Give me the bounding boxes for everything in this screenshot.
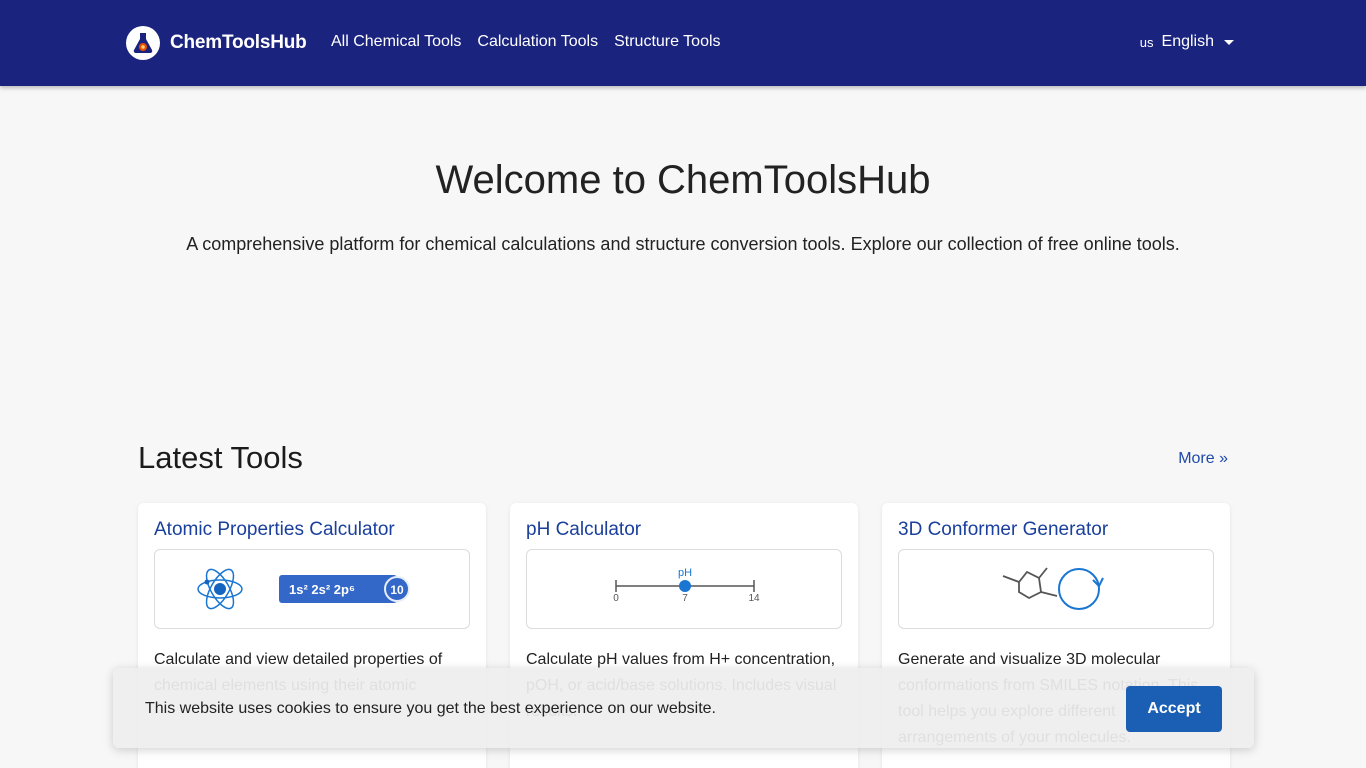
- caret-down-icon: [1224, 39, 1234, 45]
- brand-link[interactable]: ChemToolsHub: [126, 26, 307, 60]
- language-label: English: [1161, 33, 1214, 50]
- page-title: Welcome to ChemToolsHub: [435, 158, 931, 202]
- latest-tools-heading: Latest Tools: [138, 440, 303, 475]
- nav-all-chemical-tools[interactable]: All Chemical Tools: [331, 33, 461, 51]
- atom-preview-icon: 1s² 2s² 2p⁶ 10: [197, 568, 410, 610]
- navbar: ChemToolsHub All Chemical Tools Calculat…: [0, 0, 1366, 86]
- nav-calculation-tools[interactable]: Calculation Tools: [477, 33, 598, 51]
- cookie-text: This website uses cookies to ensure you …: [145, 700, 716, 717]
- ph-label: pH: [678, 567, 692, 579]
- ph-min: 0: [613, 593, 619, 604]
- nav-links: All Chemical Tools Calculation Tools Str…: [331, 33, 721, 51]
- nav-structure-tools[interactable]: Structure Tools: [614, 33, 720, 51]
- brand-name: ChemToolsHub: [170, 32, 307, 53]
- tool-card-preview: [898, 549, 1214, 629]
- flask-logo-icon: [126, 26, 160, 60]
- ph-mid: 7: [682, 593, 688, 604]
- ph-scale-icon: pH 0 7 14: [613, 567, 760, 604]
- tool-card-title[interactable]: pH Calculator: [526, 519, 842, 541]
- atomic-number-text: 10: [390, 583, 404, 597]
- ph-max: 14: [748, 593, 760, 604]
- language-dropdown[interactable]: us English: [1140, 33, 1234, 51]
- cookie-banner: This website uses cookies to ensure you …: [113, 668, 1254, 748]
- more-link[interactable]: More »: [1178, 450, 1228, 468]
- language-code: us: [1139, 34, 1154, 50]
- tool-card-preview: 1s² 2s² 2p⁶ 10: [154, 549, 470, 629]
- tool-card-title[interactable]: 3D Conformer Generator: [898, 519, 1214, 541]
- page-subtitle: A comprehensive platform for chemical ca…: [186, 234, 1180, 254]
- tool-card-preview: pH 0 7 14: [526, 549, 842, 629]
- tool-card-title[interactable]: Atomic Properties Calculator: [154, 519, 470, 541]
- electron-config-text: 1s² 2s² 2p⁶: [289, 582, 355, 597]
- accept-cookies-button[interactable]: Accept: [1126, 686, 1222, 732]
- molecule-rotate-icon: [1002, 567, 1104, 610]
